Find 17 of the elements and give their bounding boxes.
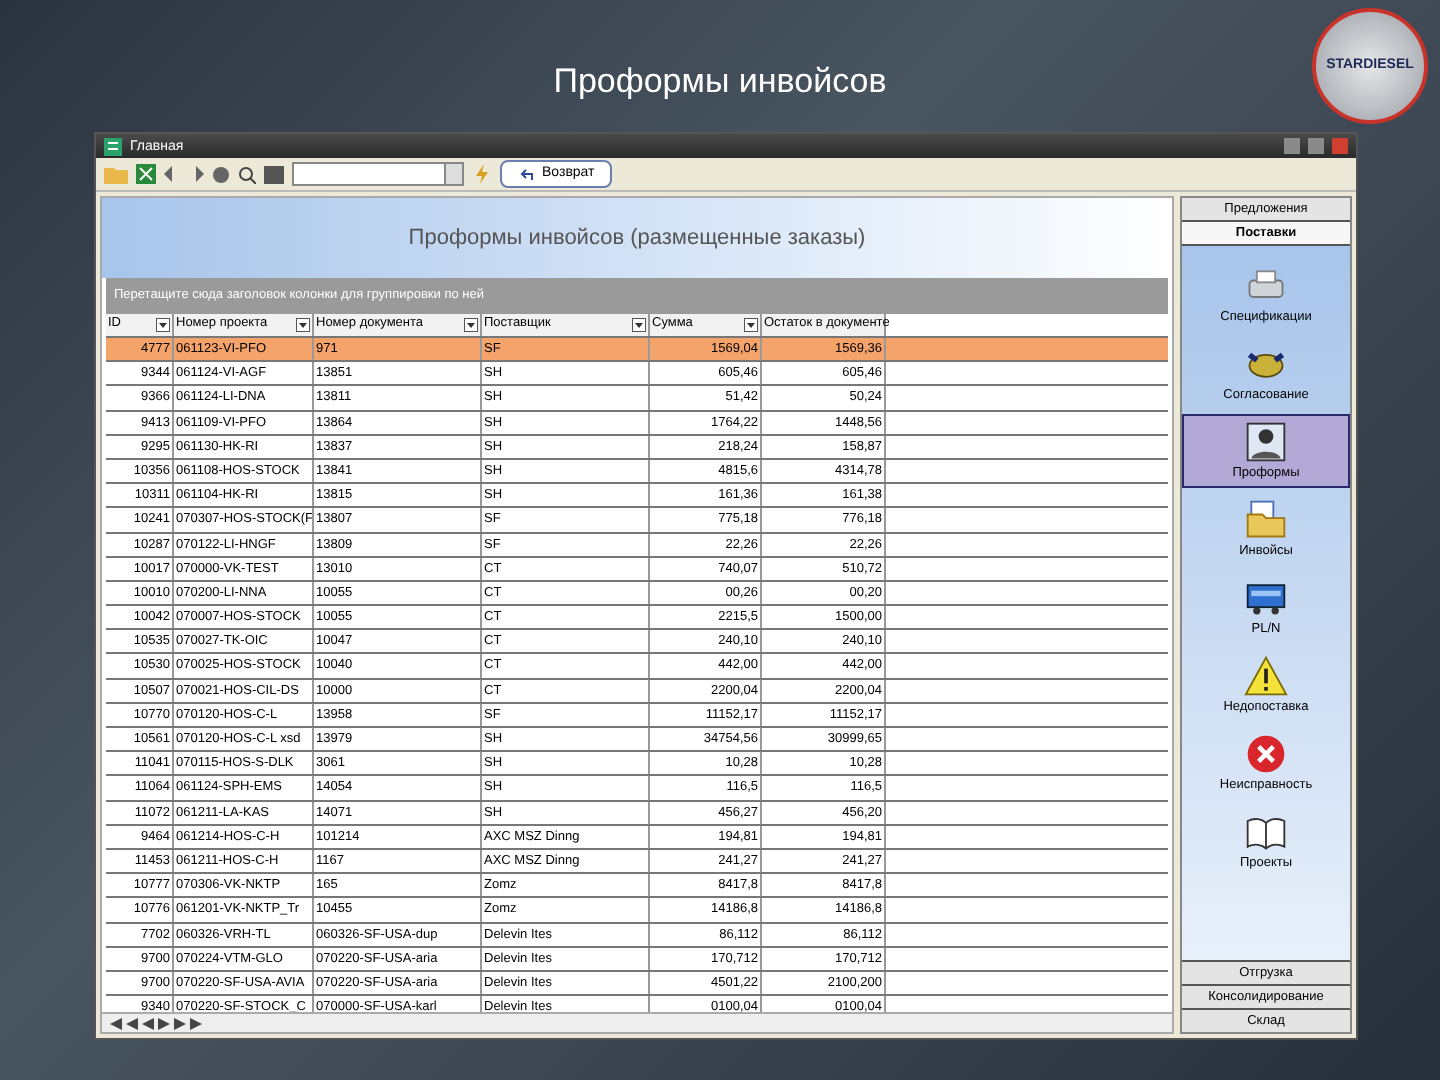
filter-dropdown-icon[interactable] (744, 318, 758, 332)
folder-icon (1244, 498, 1288, 542)
dropdown-field[interactable] (292, 162, 464, 186)
slide-title: Проформы инвойсов (553, 60, 887, 104)
filter-dropdown-icon[interactable] (156, 318, 170, 332)
search-icon[interactable] (238, 165, 256, 183)
person-icon (1244, 420, 1288, 464)
filter-dropdown-icon[interactable] (464, 318, 478, 332)
filter-dropdown-icon[interactable] (632, 318, 646, 332)
app-icon (104, 137, 122, 155)
error-icon (1244, 732, 1288, 776)
spreadsheet-icon[interactable] (136, 164, 156, 184)
back-arrow-icon (518, 167, 534, 181)
warning-icon (1244, 654, 1288, 698)
content-title: Проформы инвойсов (размещенные заказы) (408, 223, 866, 254)
filter-dropdown-icon[interactable] (296, 318, 310, 332)
stop-icon[interactable] (212, 165, 230, 183)
